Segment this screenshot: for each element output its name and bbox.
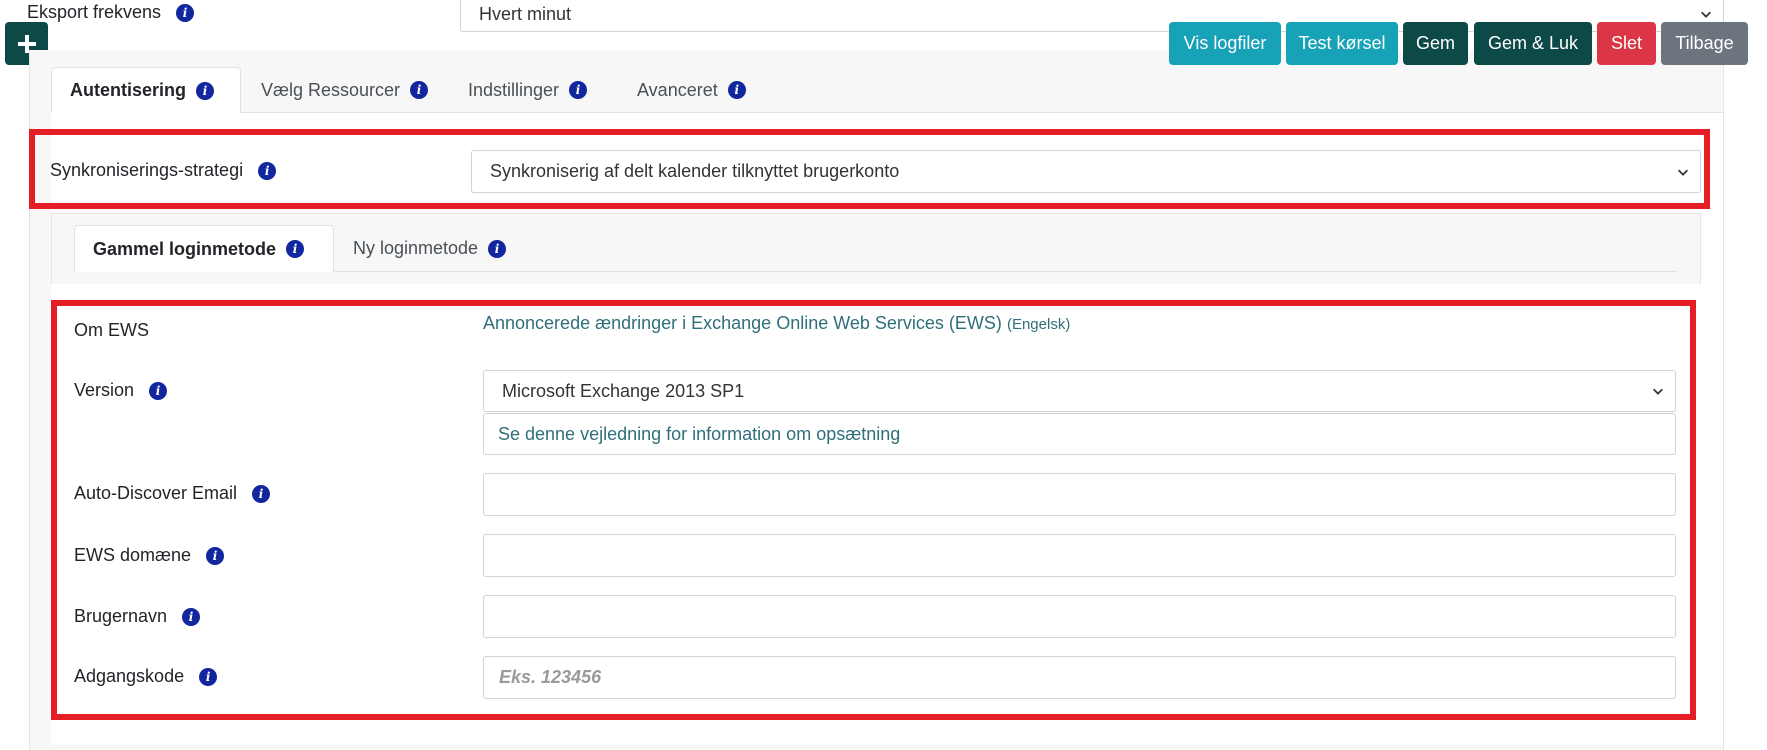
autodiscover-label: Auto-Discover Email i [74, 483, 271, 504]
strategy-label: Synkroniserings-strategi i [50, 160, 277, 181]
strategy-select[interactable]: Synkroniserig af delt kalender tilknytte… [471, 150, 1701, 193]
tab-indstillinger[interactable]: Indstillinger i [468, 67, 588, 113]
ews-domain-label: EWS domæne i [74, 545, 225, 566]
info-icon[interactable]: i [410, 81, 429, 99]
password-input[interactable]: Eks. 123456 [483, 656, 1676, 699]
subtab-gammel[interactable]: Gammel loginmetode i [74, 225, 334, 272]
password-label: Adgangskode i [74, 666, 218, 687]
vis-logfiler-button[interactable]: Vis logfiler [1169, 22, 1281, 65]
info-icon[interactable]: i [727, 81, 746, 99]
ews-changes-link[interactable]: Annoncerede ændringer i Exchange Online … [483, 313, 1070, 334]
username-label: Brugernavn i [74, 606, 201, 627]
om-ews-label: Om EWS [74, 320, 149, 340]
info-icon[interactable]: i [176, 4, 195, 23]
export-frequency-label: Eksport frekvens i [27, 2, 195, 23]
ews-domain-input[interactable] [483, 534, 1676, 577]
autodiscover-email-input[interactable] [483, 473, 1676, 516]
info-icon[interactable]: i [199, 668, 218, 687]
info-icon[interactable]: i [569, 81, 588, 99]
version-help-link[interactable]: Se denne vejledning for information om o… [483, 413, 1676, 455]
info-icon[interactable]: i [252, 485, 271, 504]
tab-vaelg-ressourcer[interactable]: Vælg Ressourcer i [261, 67, 429, 113]
tilbage-button[interactable]: Tilbage [1661, 22, 1748, 65]
info-icon[interactable]: i [182, 608, 201, 627]
info-icon[interactable]: i [206, 547, 225, 566]
version-select[interactable]: Microsoft Exchange 2013 SP1 [483, 370, 1676, 412]
chevron-down-icon [1653, 388, 1663, 395]
info-icon[interactable]: i [258, 162, 277, 181]
info-icon[interactable]: i [149, 382, 168, 401]
tab-autentisering[interactable]: Autentisering i [51, 67, 241, 113]
gem-luk-button[interactable]: Gem & Luk [1474, 22, 1592, 65]
subtab-ny[interactable]: Ny loginmetode i [353, 225, 507, 272]
tab-avanceret[interactable]: Avanceret i [637, 67, 746, 113]
language-note: (Engelsk) [1006, 316, 1071, 333]
test-korsel-button[interactable]: Test kørsel [1286, 22, 1398, 65]
version-label: Version i [74, 380, 168, 401]
chevron-down-icon [1701, 11, 1711, 18]
chevron-down-icon [1678, 169, 1688, 176]
username-input[interactable] [483, 595, 1676, 638]
info-icon[interactable]: i [196, 81, 215, 100]
info-icon[interactable]: i [286, 240, 305, 258]
info-icon[interactable]: i [488, 239, 507, 258]
gem-button[interactable]: Gem [1403, 22, 1468, 65]
slet-button[interactable]: Slet [1597, 22, 1656, 65]
